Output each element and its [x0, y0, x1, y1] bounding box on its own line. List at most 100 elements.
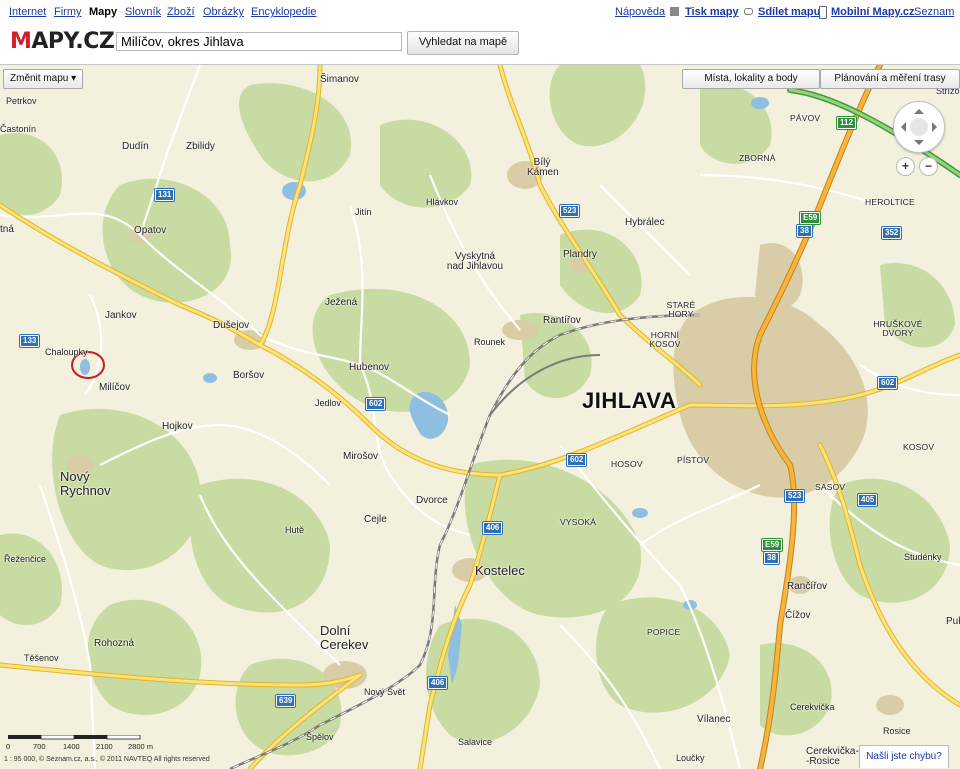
top-navigation: Internet Firmy Mapy Slovník Zboží Obrázk…: [0, 0, 960, 22]
map-canvas[interactable]: 131 523 602 602 602 406 406 38 38 352 52…: [0, 64, 960, 769]
road-shield: 523: [785, 490, 805, 502]
place-label: Jankov: [105, 310, 137, 321]
pan-control[interactable]: [893, 101, 945, 153]
help-link[interactable]: Nápověda: [615, 6, 665, 18]
scale-tick: 2100: [96, 742, 113, 751]
road-shield: E59: [800, 212, 821, 224]
scale-tick: 2800 m: [128, 742, 154, 751]
pan-center-icon[interactable]: [910, 118, 928, 136]
place-label: Rohozná: [94, 638, 135, 649]
road-shield: 602: [567, 454, 587, 466]
place-label: Rounek: [474, 337, 506, 347]
share-icon: [744, 8, 753, 15]
logo-text: APY.CZ: [31, 29, 115, 54]
place-label: Jitín: [355, 207, 372, 217]
share-map-link[interactable]: Sdílet mapu: [758, 6, 820, 18]
nav-obrazky[interactable]: Obrázky: [203, 6, 244, 18]
route-planning-button[interactable]: Plánování a měření trasy: [820, 69, 960, 89]
place-label: Hutě: [285, 525, 305, 535]
place-label: Rosice: [883, 726, 911, 736]
place-label: Rantířov: [543, 315, 581, 326]
place-label: HEROLTICE: [865, 197, 915, 207]
place-label: Těšenov: [24, 653, 59, 663]
place-label: Dudín: [122, 141, 149, 152]
road-shield: 523: [560, 205, 580, 217]
place-label: POPICE: [647, 627, 681, 637]
road-shield: 405: [858, 494, 878, 506]
scale-tick: 700: [33, 742, 46, 751]
place-label: Čížov: [785, 610, 811, 621]
scale-bar: 0 700 1400 2100 2800 m: [4, 735, 154, 751]
place-label: Mirošov: [343, 451, 379, 462]
place-label: Jedlov: [315, 398, 342, 408]
place-label: STARÉ HORY: [666, 300, 696, 319]
scale-tick: 0: [6, 742, 11, 751]
zoom-in-button[interactable]: +: [896, 157, 915, 176]
places-button[interactable]: Místa, lokality a body: [682, 69, 820, 89]
road-shield: 112: [837, 117, 856, 129]
nav-slovnik[interactable]: Slovník: [125, 6, 161, 18]
place-label: Loučky: [676, 753, 705, 763]
place-label: Petrkov: [6, 96, 37, 106]
pan-right-icon[interactable]: [932, 122, 942, 132]
seznam-link[interactable]: Seznam: [914, 6, 954, 18]
mapy-logo[interactable]: MAPY.CZ: [10, 29, 115, 54]
place-label: KOSOV: [903, 442, 935, 452]
place-label: PÁVOV: [790, 113, 821, 123]
road-shield: 38: [797, 225, 812, 237]
place-label: tná: [0, 224, 14, 235]
place-label: Častonín: [0, 124, 37, 134]
nav-mapy[interactable]: Mapy: [89, 6, 117, 18]
change-map-button[interactable]: Změnit mapu ▾: [3, 69, 84, 89]
printer-icon: [670, 7, 679, 16]
place-label: Cejle: [364, 514, 387, 525]
pan-down-icon[interactable]: [914, 140, 924, 150]
mobile-maps-link[interactable]: Mobilní Mapy.cz: [831, 6, 915, 18]
road-shield: 38: [764, 552, 779, 564]
place-label: ZBORNÁ: [739, 153, 776, 163]
logo-mark: M: [10, 29, 32, 54]
scale-bar-graphic: [8, 735, 141, 740]
place-label: Vílanec: [697, 714, 731, 725]
place-label: Plandry: [563, 249, 597, 260]
map-background: [0, 65, 960, 769]
zoom-out-button[interactable]: −: [919, 157, 938, 176]
pan-left-icon[interactable]: [896, 122, 906, 132]
place-label: Zbilidy: [186, 141, 215, 152]
place-label: Boršov: [233, 370, 265, 381]
nav-internet[interactable]: Internet: [9, 6, 46, 18]
search-button[interactable]: Vyhledat na mapě: [407, 31, 519, 55]
place-label: Kostelec: [475, 563, 525, 578]
pan-up-icon[interactable]: [914, 104, 924, 114]
road-shield: 602: [878, 377, 898, 389]
nav-firmy[interactable]: Firmy: [54, 6, 82, 18]
place-label: Studénky: [904, 552, 942, 562]
place-label: Bílý Kámen: [527, 157, 559, 178]
road-shield: 133: [20, 335, 40, 347]
scale-tick: 1400: [63, 742, 80, 751]
nav-encyklopedie[interactable]: Encyklopedie: [251, 6, 316, 18]
place-label: Dušejov: [213, 320, 250, 331]
report-error-button[interactable]: Našli jste chybu?: [859, 745, 949, 768]
place-label: Hubenov: [349, 362, 390, 373]
place-label: Vyskytná nad Jihlavou: [446, 251, 504, 272]
place-label: Dvorce: [416, 495, 448, 506]
place-label: Ježená: [325, 297, 358, 308]
place-label: Hybrálec: [625, 217, 665, 228]
print-map-link[interactable]: Tisk mapy: [685, 6, 739, 18]
place-label: Nový Svět: [364, 687, 406, 697]
city-label: JIHLAVA: [582, 388, 677, 413]
place-label: HRUŠKOVÉ DVORY: [873, 319, 923, 338]
place-label: Cerekvička: [790, 702, 835, 712]
search-input[interactable]: [116, 32, 402, 51]
place-label: SASOV: [815, 482, 846, 492]
road-shield: 131: [155, 189, 175, 201]
place-label: Řeženčice: [4, 554, 47, 564]
road-shield: 406: [483, 522, 503, 534]
road-shield: 639: [276, 695, 296, 707]
road-shield: 406: [428, 677, 448, 689]
nav-zbozi[interactable]: Zboží: [167, 6, 195, 18]
road-shield: 602: [366, 398, 386, 410]
place-label: Cerekvička- -Rosice: [806, 746, 859, 767]
place-label: Dolní Cerekev: [320, 623, 369, 653]
